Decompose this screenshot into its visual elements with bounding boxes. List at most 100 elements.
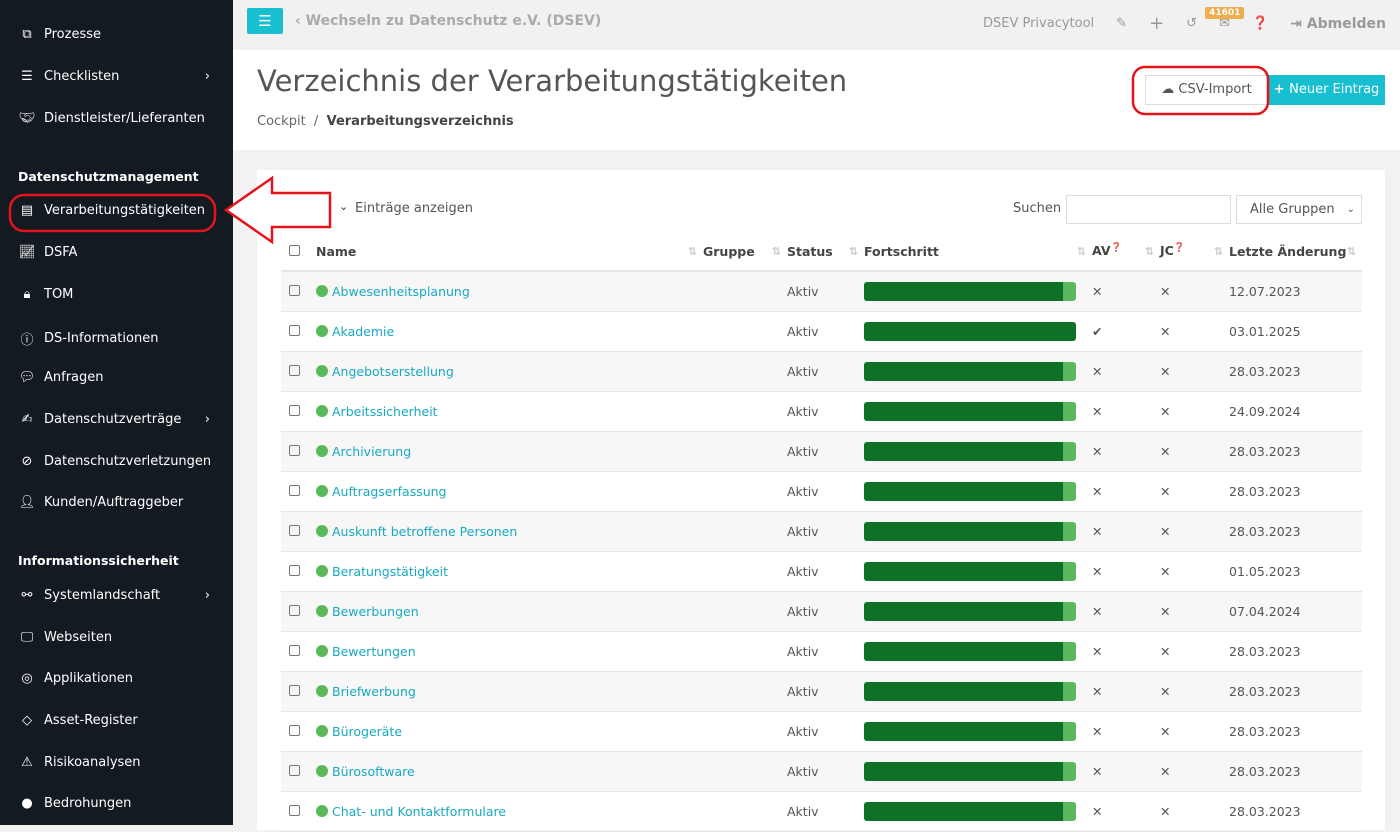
switch-tenant-link[interactable]: ‹ Wechseln zu Datenschutz e.V. (DSEV) <box>295 13 601 29</box>
sidebar-item[interactable]: ⧉ Prozesse <box>18 27 218 42</box>
group-select[interactable]: Alle Gruppen ⌄ <box>1236 195 1362 224</box>
row-checkbox[interactable] <box>289 684 300 696</box>
sidebar-item[interactable]: 📈︎ DSFA <box>18 245 218 260</box>
row-checkbox[interactable] <box>289 724 300 736</box>
sidebar-item-label: Verarbeitungstätigkeiten <box>44 203 206 218</box>
sidebar-item[interactable]: ⚠︎ Risikoanalysen <box>18 755 218 770</box>
column-gruppe[interactable]: Gruppe ⇅ <box>703 232 787 272</box>
entry-link[interactable]: Auftragserfassung <box>332 484 447 499</box>
entry-link[interactable]: Arbeitssicherheit <box>332 404 438 419</box>
sidebar-item-label: Webseiten <box>44 630 113 645</box>
sidebar-item[interactable]: ✍︎ Datenschutzverträge › <box>18 412 218 427</box>
sidebar-item[interactable]: ⚯ Systemlandschaft › <box>18 588 218 603</box>
row-checkbox[interactable] <box>289 324 300 336</box>
entry-link[interactable]: Bürosoftware <box>332 764 415 779</box>
status-cell: Aktiv <box>787 431 864 472</box>
sidebar-item[interactable]: 🤝︎ Dienstleister/Lieferanten <box>18 111 218 126</box>
row-checkbox[interactable] <box>289 484 300 496</box>
row-checkbox[interactable] <box>289 564 300 576</box>
group-cell <box>703 471 787 512</box>
row-checkbox[interactable] <box>289 644 300 656</box>
progress-bar <box>864 801 1076 821</box>
status-cell: Aktiv <box>787 711 864 752</box>
sidebar-item[interactable]: ⊘ Datenschutzverletzungen <box>18 454 218 469</box>
new-entry-button[interactable]: + Neuer Eintrag <box>1268 75 1385 105</box>
row-checkbox[interactable] <box>289 404 300 416</box>
sidebar-item[interactable]: ☰ Checklisten › <box>18 69 218 84</box>
help-icon[interactable]: ❓ <box>1252 16 1268 31</box>
group-cell <box>703 271 787 312</box>
jc-cell: ✕ <box>1160 591 1229 632</box>
entry-link[interactable]: Bewerbungen <box>332 604 419 619</box>
column-status[interactable]: Status ⇅ <box>787 232 864 272</box>
sidebar-item-label: TOM <box>44 287 74 302</box>
mail-icon[interactable]: ✉ 41601 <box>1205 7 1245 31</box>
status-cell: Aktiv <box>787 551 864 592</box>
status-dot-icon <box>316 684 328 697</box>
column-letzte-aenderung[interactable]: Letzte Änderung ⇅ <box>1229 232 1362 272</box>
sidebar-item[interactable]: ◎ Applikationen <box>18 671 218 686</box>
page-length-select[interactable]: 50 <box>281 194 327 224</box>
help-icon[interactable]: ❓ <box>1174 243 1185 253</box>
av-cell: ✕ <box>1092 431 1160 472</box>
entry-link[interactable]: Briefwerbung <box>332 684 416 699</box>
plus-icon[interactable]: + <box>1149 13 1164 34</box>
av-cell: ✕ <box>1092 391 1160 432</box>
edit-icon[interactable]: ✎ <box>1116 16 1127 31</box>
status-cell: Aktiv <box>787 351 864 392</box>
entry-link[interactable]: Akademie <box>332 324 394 339</box>
sidebar-item[interactable]: ◇ Asset-Register <box>18 713 218 728</box>
column-name[interactable]: Name ⇅ <box>316 232 703 272</box>
row-checkbox[interactable] <box>289 804 300 816</box>
entry-link[interactable]: Angebotserstellung <box>332 364 454 379</box>
search-input[interactable] <box>1066 195 1231 224</box>
row-checkbox[interactable] <box>289 524 300 536</box>
progress-bar <box>864 481 1076 501</box>
sidebar-item[interactable]: 🔒︎ TOM <box>18 287 218 302</box>
menu-toggle-button[interactable]: ☰ <box>247 8 283 34</box>
sidebar-item-label: Kunden/Auftraggeber <box>44 495 184 510</box>
row-checkbox[interactable] <box>289 444 300 456</box>
progress-fill <box>864 281 1064 301</box>
sidebar-item-label: Systemlandschaft <box>44 588 161 603</box>
jc-cell: ✕ <box>1160 791 1229 832</box>
logout-button[interactable]: ⇥ Abmelden <box>1290 16 1386 32</box>
handshake-icon: 🤝︎ <box>18 111 36 126</box>
status-cell: Aktiv <box>787 471 864 512</box>
progress-bar <box>864 721 1076 741</box>
select-all-checkbox[interactable] <box>289 244 300 256</box>
row-checkbox[interactable] <box>289 604 300 616</box>
page-title: Verzeichnis der Verarbeitungstätigkeiten <box>257 64 848 98</box>
column-av[interactable]: AV❓ ⇅ <box>1092 232 1160 272</box>
help-icon[interactable]: ❓ <box>1111 243 1122 253</box>
row-checkbox[interactable] <box>289 364 300 376</box>
table-card: 50 ⌄ Einträge anzeigen Suchen Alle Grupp… <box>257 170 1385 832</box>
chevron-right-icon: › <box>204 69 210 84</box>
csv-import-button[interactable]: ☁ CSV-Import <box>1145 75 1268 105</box>
entry-link[interactable]: Chat- und Kontaktformulare <box>332 804 506 819</box>
breadcrumb-cockpit[interactable]: Cockpit <box>257 114 306 129</box>
entry-link[interactable]: Abwesenheitsplanung <box>332 284 470 299</box>
row-checkbox[interactable] <box>289 284 300 296</box>
entry-link[interactable]: Bürogeräte <box>332 724 402 739</box>
history-icon[interactable]: ↺ <box>1186 16 1197 31</box>
entry-link[interactable]: Bewertungen <box>332 644 416 659</box>
sidebar-item-label: Checklisten <box>44 69 120 84</box>
progress-fill <box>864 441 1064 461</box>
column-fortschritt[interactable]: Fortschritt ⇅ <box>864 232 1092 272</box>
sidebar-item[interactable]: 👤︎ Kunden/Auftraggeber <box>18 495 218 510</box>
sidebar-item[interactable]: 🖵 Webseiten <box>18 630 218 645</box>
entry-link[interactable]: Auskunft betroffene Personen <box>332 524 517 539</box>
entry-link[interactable]: Beratungstätigkeit <box>332 564 448 579</box>
sort-icon: ⇅ <box>687 245 697 258</box>
entry-link[interactable]: Archivierung <box>332 444 411 459</box>
column-jc[interactable]: JC❓ ⇅ <box>1160 232 1229 272</box>
status-dot-icon <box>316 564 328 577</box>
jc-cell: ✕ <box>1160 471 1229 512</box>
group-cell <box>703 591 787 632</box>
sidebar-item[interactable]: ▤ Verarbeitungstätigkeiten <box>18 203 218 218</box>
sidebar-item[interactable]: ● Bedrohungen <box>18 796 218 811</box>
sidebar-item[interactable]: 💬︎ Anfragen <box>18 370 218 385</box>
row-checkbox[interactable] <box>289 764 300 776</box>
sidebar-item[interactable]: ⓘ DS-Informationen <box>18 329 218 348</box>
